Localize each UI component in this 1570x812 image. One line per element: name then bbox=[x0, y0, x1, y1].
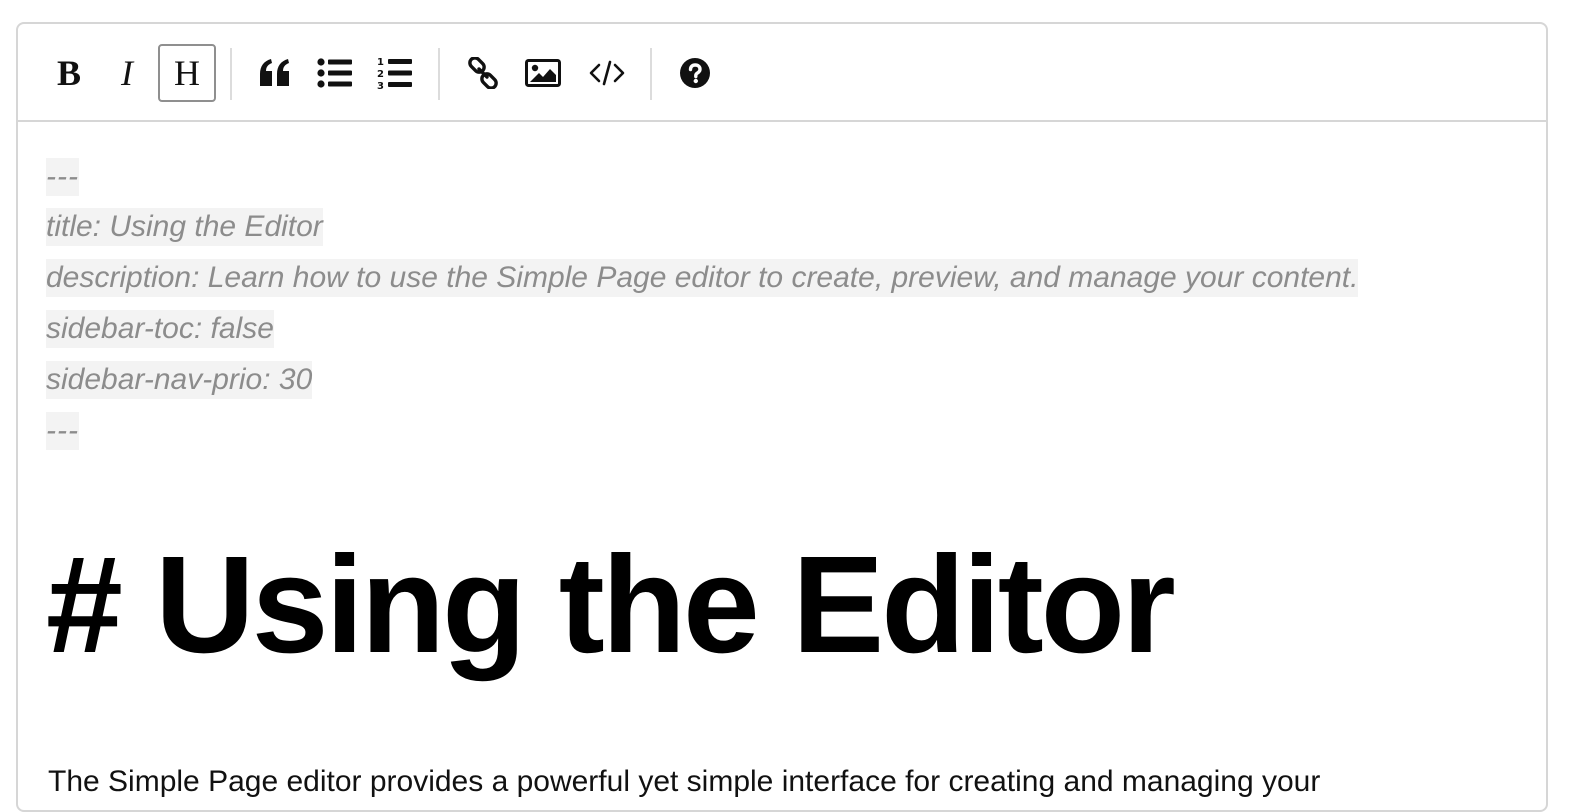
markdown-editor: B I H 1 2 3 --- title: Using the Editor … bbox=[16, 22, 1548, 812]
svg-text:1: 1 bbox=[377, 57, 384, 68]
bold-button[interactable]: B bbox=[40, 44, 98, 102]
unordered-list-button[interactable] bbox=[306, 44, 364, 102]
help-button[interactable] bbox=[666, 44, 724, 102]
markdown-heading: # Using the Editor bbox=[46, 528, 1176, 682]
link-button[interactable] bbox=[454, 44, 512, 102]
code-icon bbox=[589, 60, 625, 86]
unordered-list-icon bbox=[317, 58, 352, 88]
svg-text:2: 2 bbox=[377, 69, 384, 80]
heading-icon: H bbox=[174, 53, 200, 93]
italic-button[interactable]: I bbox=[98, 44, 156, 102]
link-icon bbox=[468, 57, 498, 89]
ordered-list-button[interactable]: 1 2 3 bbox=[366, 44, 424, 102]
code-button[interactable] bbox=[578, 44, 636, 102]
front-matter-sidebar-nav-prio: sidebar-nav-prio: 30 bbox=[46, 361, 313, 399]
front-matter-delimiter: --- bbox=[46, 158, 79, 196]
front-matter-delimiter: --- bbox=[46, 412, 79, 450]
italic-icon: I bbox=[121, 53, 133, 93]
editor-toolbar: B I H 1 2 3 bbox=[18, 24, 1546, 122]
bold-icon: B bbox=[56, 53, 81, 93]
heading-button[interactable]: H bbox=[158, 44, 216, 102]
image-icon bbox=[525, 59, 561, 87]
front-matter-description: description: Learn how to use the Simple… bbox=[46, 259, 1359, 297]
quote-icon bbox=[260, 59, 289, 86]
ordered-list-icon: 1 2 3 bbox=[377, 57, 412, 90]
help-icon bbox=[680, 58, 710, 88]
image-button[interactable] bbox=[514, 44, 572, 102]
toolbar-separator bbox=[650, 48, 652, 100]
svg-text:3: 3 bbox=[377, 81, 384, 90]
quote-button[interactable] bbox=[246, 44, 304, 102]
front-matter-title: title: Using the Editor bbox=[46, 208, 323, 246]
toolbar-separator bbox=[438, 48, 440, 100]
toolbar-separator bbox=[230, 48, 232, 100]
front-matter-sidebar-toc: sidebar-toc: false bbox=[46, 310, 274, 348]
markdown-paragraph: The Simple Page editor provides a powerf… bbox=[48, 765, 1321, 798]
